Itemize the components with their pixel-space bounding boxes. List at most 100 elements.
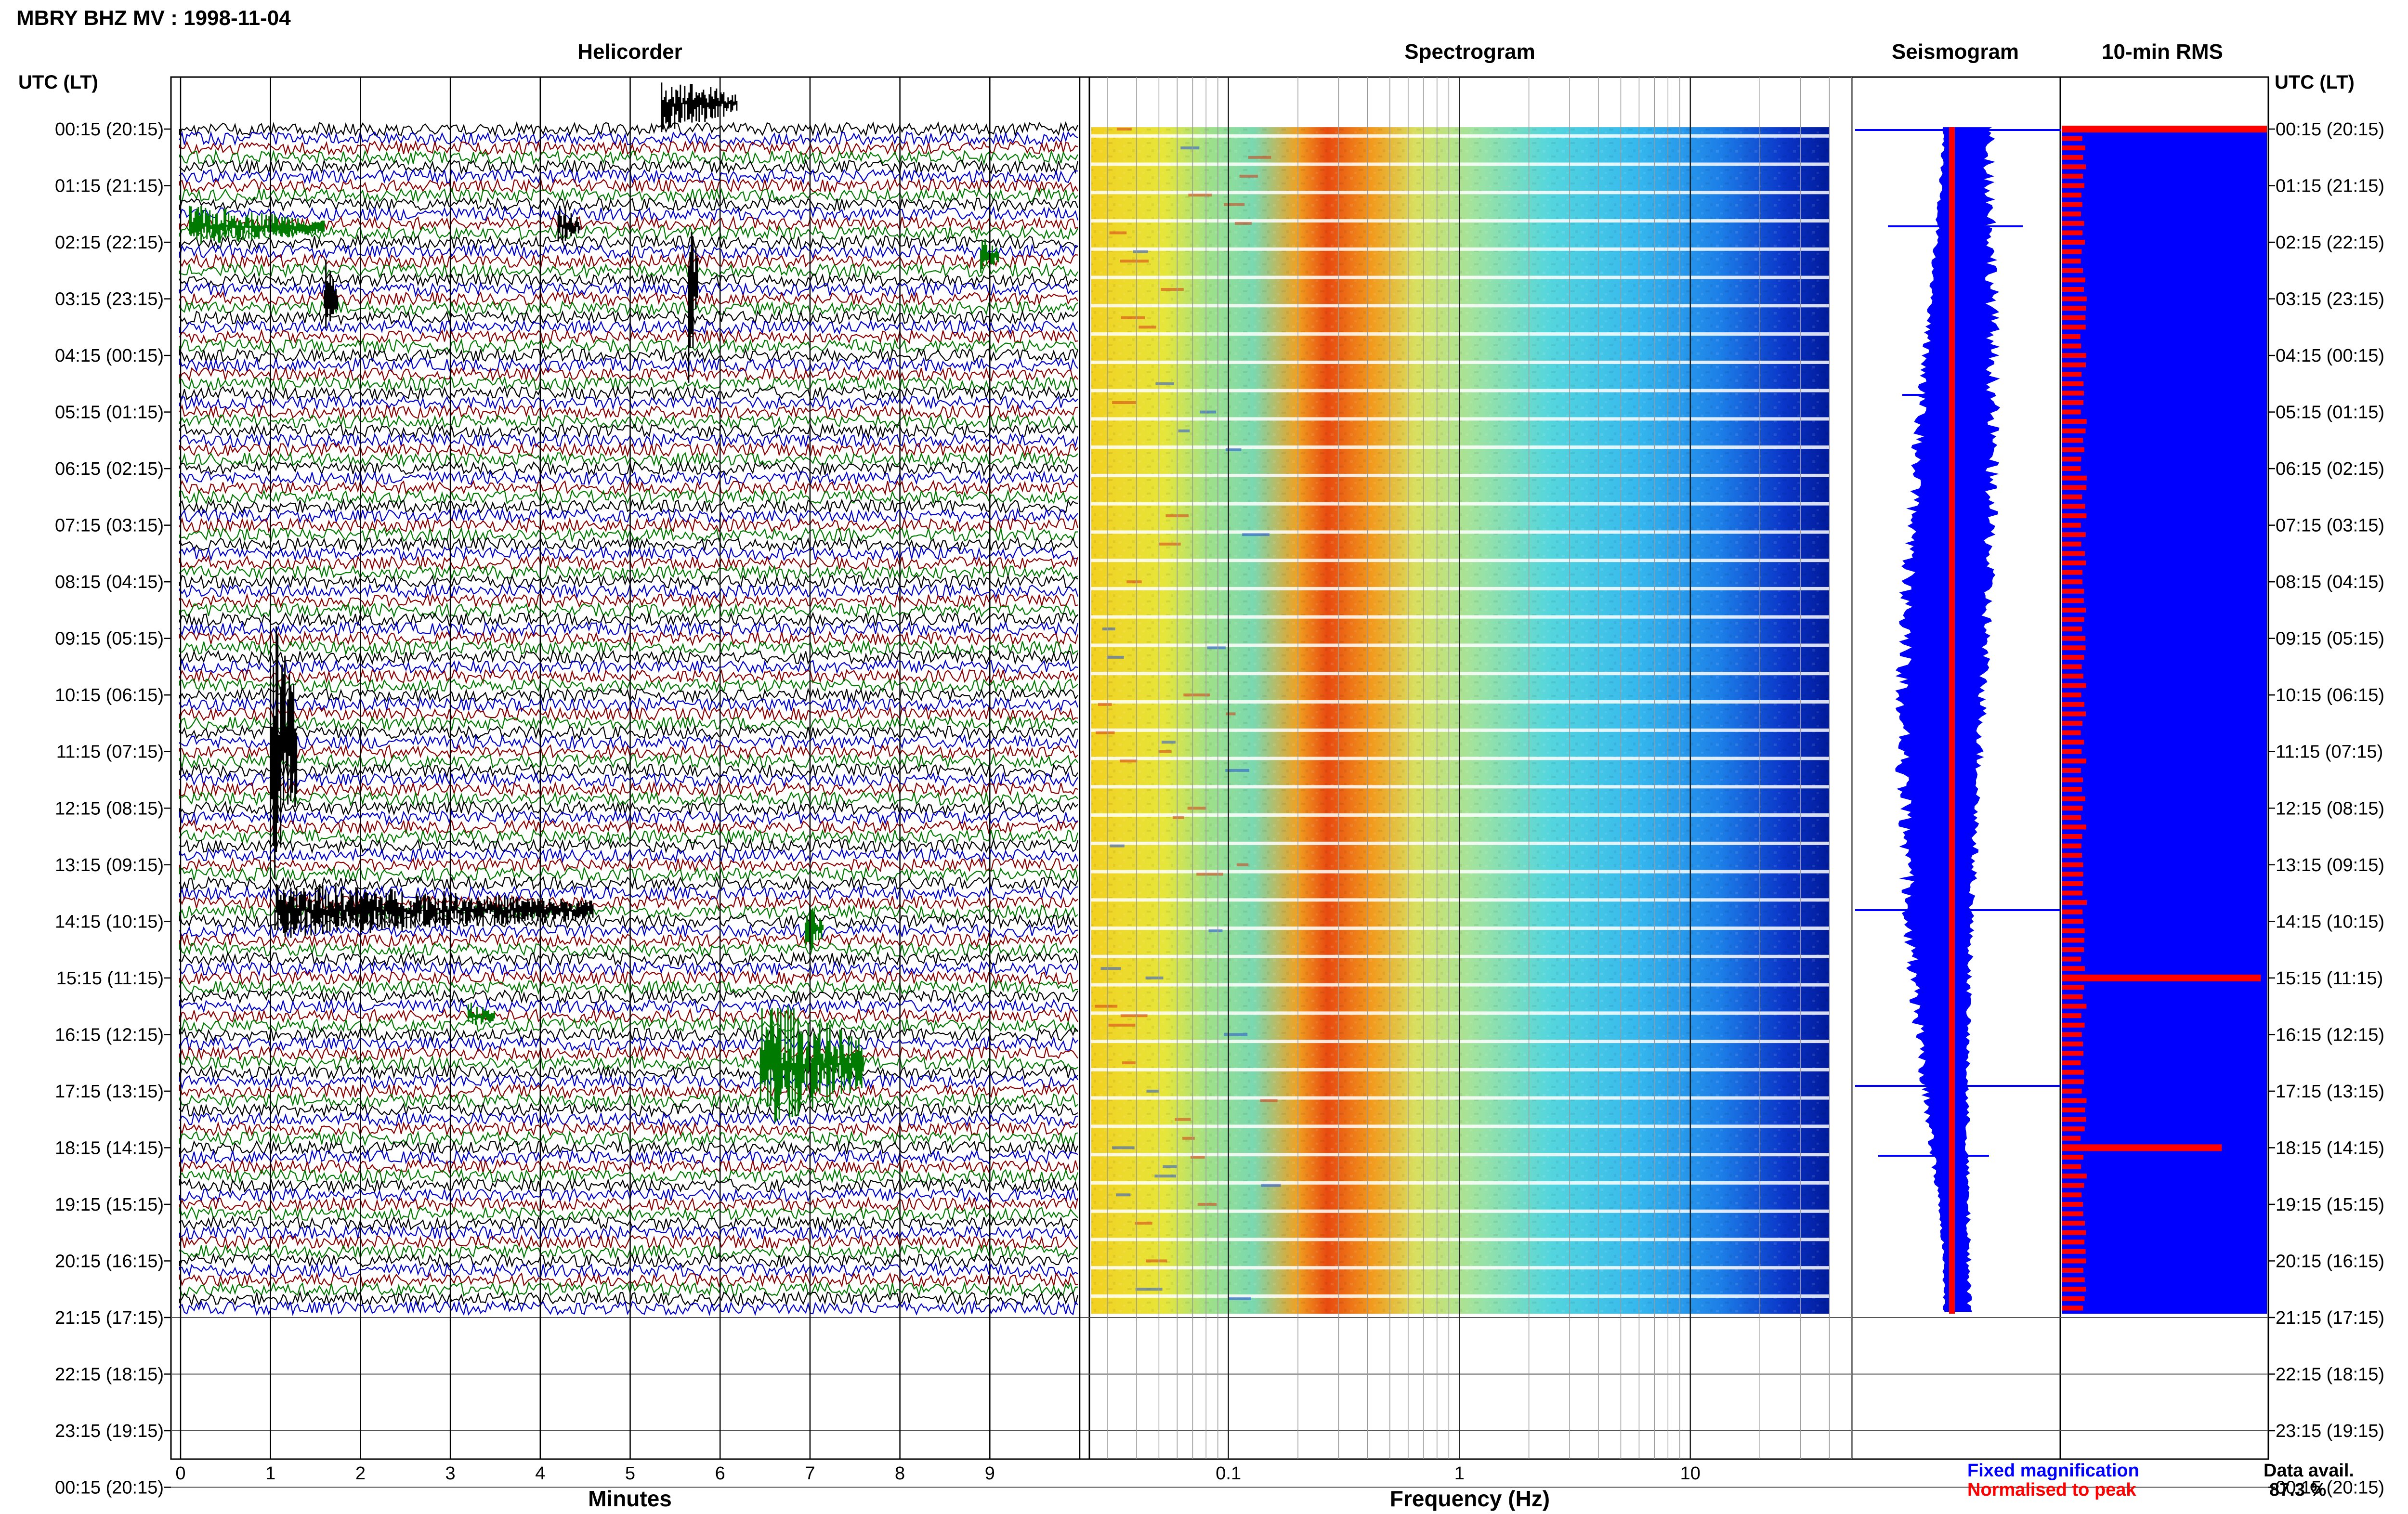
rms-bar [2062,259,2081,264]
rms-bar [2062,664,2082,669]
rms-bar [2062,183,2084,188]
helicorder-title: Helicorder [577,40,682,64]
spectrogram-streak [1196,873,1224,876]
time-label-right: 03:15 (23:15) [2276,289,2384,310]
plot-title: MBRY BHZ MV : 1998-11-04 [16,6,291,30]
spectrogram-streak [1224,1033,1248,1036]
rms-bar [2062,240,2085,245]
rms-bar [2062,155,2083,160]
time-label-left: 07:15 (03:15) [55,516,164,536]
spectrogram-streak [1126,580,1142,584]
frequency-tick-label: 0.1 [1216,1463,1241,1484]
spectrogram-row-gap [1091,1011,1830,1015]
rms-bar [2062,1230,2086,1235]
minute-tick-label: 0 [175,1463,185,1484]
rms-bar [2062,1221,2085,1226]
rms-bar [2062,947,2084,953]
rms-bar [2062,862,2083,867]
spectrogram-streak [1161,741,1176,744]
time-header-left: UTC (LT) [18,72,98,93]
rms-bar [2062,551,2085,556]
rms-bar [2062,683,2086,688]
time-label-left: 00:15 (20:15) [55,1478,164,1498]
rms-bar [2062,541,2081,547]
spectrogram-streak [1098,703,1112,706]
rms-bar [2062,1126,2085,1132]
time-label-left: 11:15 (07:15) [56,742,164,762]
rms-bar [2062,513,2087,519]
rms-bar [2062,938,2084,943]
rms-bar [2062,749,2082,754]
time-label-left: 17:15 (13:15) [55,1082,164,1102]
rms-bar [2062,561,2086,565]
rms-bar [2062,607,2086,613]
rms-bar [2062,428,2086,433]
spectrogram-row-gap [1091,1096,1830,1100]
spectrogram-streak [1107,655,1124,659]
time-labels-right: 00:15 (20:15) 01:15 (21:15) 02:15 (22:15) 0… [2276,119,2384,1498]
time-label-left: 10:15 (06:15) [55,685,164,705]
rms-bar [2062,711,2086,717]
rms-title: 10-min RMS [2102,40,2223,64]
rms-bar [2062,1117,2086,1122]
rms-bar [2062,1004,2087,1009]
spectrogram-streak [1122,1061,1136,1065]
rms-bar [2062,202,2082,207]
spectrogram-streak [1116,1193,1131,1197]
time-label-left: 01:15 (21:15) [55,176,164,196]
time-label-right: 05:15 (01:15) [2276,403,2384,423]
rms-bar [2062,1013,2081,1018]
rms-bar [2062,522,2081,528]
rms-bar [2062,306,2086,311]
time-label-left: 20:15 (16:15) [55,1251,164,1271]
rms-bar [2062,485,2087,490]
time-label-right: 13:15 (09:15) [2276,855,2384,875]
rms-bar [2062,1183,2084,1188]
minute-tick-label: 1 [265,1463,275,1484]
time-label-left: 21:15 (17:15) [55,1308,164,1328]
rms-bar [2062,466,2081,471]
spectrogram-row-gap [1091,1209,1830,1213]
rms-bar [2062,1211,2083,1216]
spectrogram-streak [1145,976,1164,979]
spectrogram-title: Spectrogram [1404,40,1535,64]
rms-bar [2062,881,2083,886]
spectrogram-row-gap [1091,813,1830,817]
minute-tick-label: 8 [895,1463,905,1484]
spectrogram-streak [1146,1259,1167,1263]
spectrogram-row-gap [1091,728,1830,732]
rms-spike-0015 [2062,126,2267,132]
rms-bar [2062,928,2085,933]
spectrogram-streak [1226,712,1236,716]
spectrogram-streak [1207,646,1226,650]
spectrogram-streak [1155,382,1174,385]
legend-fixed-magnification: Fixed magnification [1967,1461,2139,1481]
rms-bar [2062,1108,2085,1112]
spectrogram-row-gap [1091,927,1830,930]
time-label-right: 21:15 (17:15) [2276,1308,2384,1328]
spectrogram-row-gap [1091,898,1830,902]
spectrogram-row-gap [1091,1266,1830,1270]
spectrogram-streak [1112,1146,1135,1149]
spectrogram-row-gap [1091,389,1830,392]
time-label-left: 13:15 (09:15) [55,855,164,875]
spectrogram-streak [1188,194,1212,197]
rms-bar [2062,1155,2083,1160]
rms-bar [2062,692,2081,698]
rms-bar [2062,985,2084,990]
spectrogram-streak [1121,316,1145,319]
time-label-right: 11:15 (07:15) [2276,742,2383,762]
time-header-right: UTC (LT) [2275,72,2355,93]
time-label-right: 09:15 (05:15) [2276,629,2384,649]
time-label-right: 19:15 (15:15) [2276,1195,2384,1215]
spectrogram-streak [1100,967,1121,970]
time-label-left: 14:15 (10:15) [55,912,164,932]
rms-bar [2062,325,2086,330]
rms-bar [2062,909,2083,914]
rms-bar [2062,315,2086,320]
rms-bar [2062,1041,2083,1046]
rms-bar [2062,1032,2082,1037]
rms-bar [2062,145,2085,151]
seismogram-title: Seismogram [1892,40,2019,64]
spectrogram-streak [1260,1099,1278,1102]
